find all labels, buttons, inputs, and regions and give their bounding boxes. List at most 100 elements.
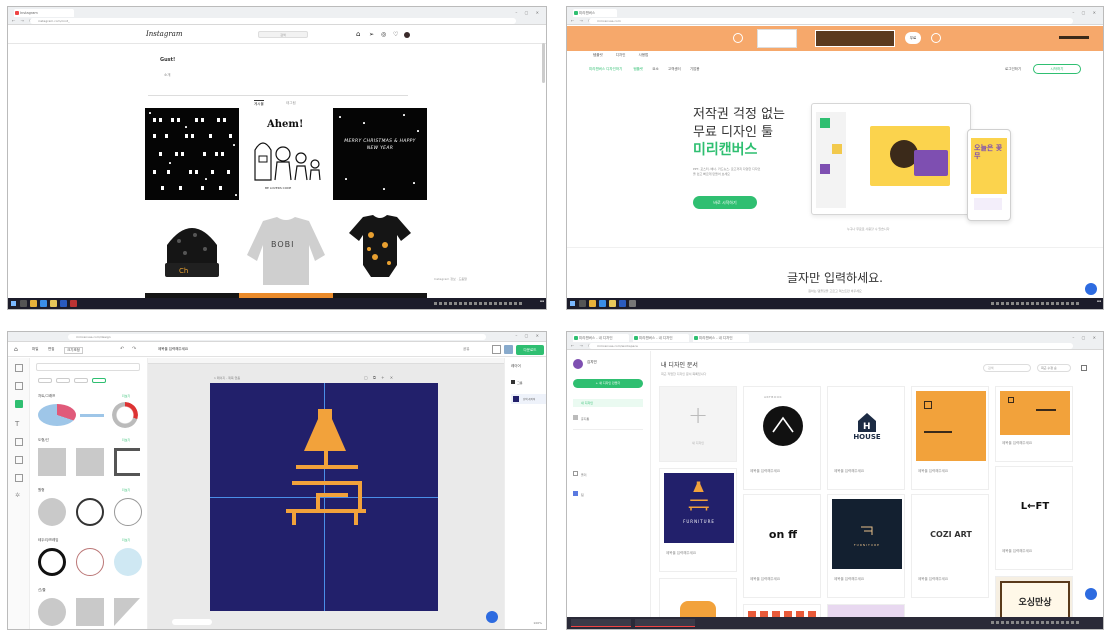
tab-tagged[interactable]: 태그됨 — [286, 101, 296, 106]
nav-item[interactable]: 기업용 — [690, 67, 700, 71]
post-night-windows[interactable] — [145, 108, 239, 200]
system-tray-icon[interactable] — [991, 302, 1081, 305]
design-card[interactable] — [659, 578, 737, 622]
clock-icon[interactable]: ▪▪ — [1097, 299, 1101, 303]
post-sweatshirt[interactable]: BOBI — [239, 205, 333, 297]
folder-icon[interactable] — [609, 300, 616, 307]
design-card[interactable]: 제목을 입력해주세요 — [911, 386, 989, 490]
more-link[interactable]: 더보기 — [122, 538, 130, 542]
browser-tab[interactable]: 미리캔버스 - 내 디자인 — [573, 334, 629, 342]
new-design-button[interactable]: + 새 디자인 만들기 — [573, 379, 643, 388]
layer-item-row[interactable]: 선택 레이어 — [511, 394, 546, 404]
donut-chart-element[interactable] — [112, 402, 138, 428]
edge-icon[interactable] — [40, 300, 47, 307]
post-beanie[interactable]: Ch — [145, 205, 239, 297]
sort-select[interactable]: 최근 수정 순 — [1037, 364, 1071, 372]
post-onesie[interactable] — [333, 205, 427, 297]
page-tools-icon[interactable]: ▢ ⧉ + ✕ — [364, 375, 395, 380]
home-icon[interactable]: ⌂ — [14, 346, 18, 353]
word-icon[interactable] — [60, 300, 67, 307]
taskbar-window-button[interactable] — [635, 619, 695, 627]
design-card[interactable]: FURNITURE 제목을 입력해주세요 — [659, 468, 737, 572]
nav-item[interactable]: 고객센터 — [668, 67, 681, 71]
window-controls[interactable]: – ▢ ✕ — [1072, 335, 1099, 340]
menu-item[interactable]: 사용법 — [639, 53, 649, 57]
design-card[interactable]: on ff 제목을 입력해주세요 — [743, 494, 821, 598]
grid-view-icon[interactable] — [1081, 365, 1087, 371]
more-link[interactable]: 더보기 — [122, 488, 130, 492]
instagram-logo[interactable]: Instagram — [146, 30, 183, 38]
folder-icon[interactable] — [50, 300, 57, 307]
home-icon[interactable]: ⌂ — [356, 31, 360, 38]
menu-resize[interactable]: 크기조정 — [64, 347, 83, 354]
word-icon[interactable] — [619, 300, 626, 307]
hero-start-button[interactable]: 바로 시작하기 — [693, 196, 757, 209]
shape-element[interactable] — [38, 598, 66, 626]
promo-banner[interactable]: 무료 — [567, 26, 1103, 51]
designs-search-input[interactable]: 검색 — [983, 364, 1031, 372]
doc-title[interactable]: 제목을 입력해주세요 — [158, 347, 188, 352]
menu-item[interactable]: 디자인 — [616, 53, 626, 57]
chat-help-icon[interactable] — [486, 611, 498, 623]
post-merry-christmas[interactable]: MERRY CHRISTMAS & HAPPY NEW YEAR — [333, 108, 427, 200]
zoom-control[interactable] — [172, 619, 212, 625]
panel-tab[interactable] — [56, 378, 70, 383]
taskbar-window-button[interactable] — [571, 619, 631, 627]
window-controls[interactable]: – ▢ ✕ — [515, 10, 542, 15]
upload-icon[interactable] — [15, 456, 23, 464]
more-link[interactable]: 더보기 — [122, 394, 130, 398]
windows-start-icon[interactable] — [570, 301, 575, 306]
background-icon[interactable] — [15, 438, 23, 446]
sidebar-item-my-designs[interactable]: 내 디자인 — [573, 399, 643, 407]
address-bar[interactable]: instagram.com/cnxt_ — [30, 18, 516, 24]
nav-item[interactable]: 템플릿 — [633, 67, 643, 71]
bar-element[interactable] — [80, 414, 104, 417]
new-design-card[interactable]: + 새 디자인 — [659, 386, 737, 462]
circle-outline-element[interactable] — [76, 498, 104, 526]
avatar[interactable] — [573, 359, 583, 369]
text-icon[interactable]: T — [15, 420, 19, 428]
browser-tab[interactable]: 미리캔버스 - 내 디자인 — [693, 334, 749, 342]
pie-chart-element[interactable] — [38, 404, 76, 426]
more-link[interactable]: 더보기 — [122, 438, 130, 442]
bracket-element[interactable] — [114, 448, 140, 476]
panel-tab[interactable] — [74, 378, 88, 383]
shape-element[interactable] — [76, 598, 104, 626]
menu-file[interactable]: 파일 — [32, 347, 38, 352]
panel-tab-active[interactable] — [92, 378, 106, 383]
clock-icon[interactable]: ▪▪ — [540, 299, 544, 303]
signup-button[interactable]: 시작하기 — [1033, 64, 1081, 74]
photo-icon[interactable] — [15, 382, 23, 390]
windows-start-icon[interactable] — [11, 301, 16, 306]
search-icon[interactable] — [20, 300, 27, 307]
print-icon[interactable] — [492, 345, 501, 354]
save-icon[interactable] — [504, 345, 513, 354]
tab-posts[interactable]: 게시물 — [254, 100, 264, 107]
promo-close-icon[interactable] — [931, 33, 941, 43]
design-card[interactable]: 제목을 입력해주세요 — [995, 386, 1073, 462]
zoom-label[interactable]: 100% — [533, 621, 542, 625]
layer-group-row[interactable]: 그룹 — [511, 380, 523, 385]
ring-element[interactable] — [114, 548, 142, 576]
circle-outline-element[interactable] — [114, 498, 142, 526]
menu-item[interactable]: 템플릿 — [593, 53, 603, 57]
compass-icon[interactable]: ◎ — [381, 31, 386, 38]
design-card[interactable]: ARTBOOK 제목을 입력해주세요 — [743, 386, 821, 490]
square-element[interactable] — [38, 448, 66, 476]
ring-element[interactable] — [38, 548, 66, 576]
furniture-lamp-logo[interactable] — [286, 407, 368, 527]
nav-item[interactable]: 요소 — [652, 67, 658, 71]
square-element[interactable] — [76, 448, 104, 476]
system-tray-icon[interactable] — [991, 621, 1081, 624]
browser-tab[interactable]: Instagram — [14, 9, 74, 17]
chrome-icon[interactable] — [30, 300, 37, 307]
ring-element[interactable] — [76, 548, 104, 576]
browser-tab[interactable]: 미리캔버스 - 내 디자인 — [633, 334, 689, 342]
design-card[interactable]: FURNITURE 제목을 입력해주세요 — [827, 494, 905, 598]
window-controls[interactable]: – ▢ ✕ — [515, 333, 542, 338]
design-canvas[interactable] — [210, 383, 438, 611]
address-bar[interactable]: miricanvas.com — [589, 18, 1073, 24]
app-icon[interactable] — [70, 300, 77, 307]
post-ahem[interactable]: Ahem! BE LOVERS CODE — [239, 108, 333, 200]
share-button[interactable]: 공유 — [463, 347, 469, 352]
